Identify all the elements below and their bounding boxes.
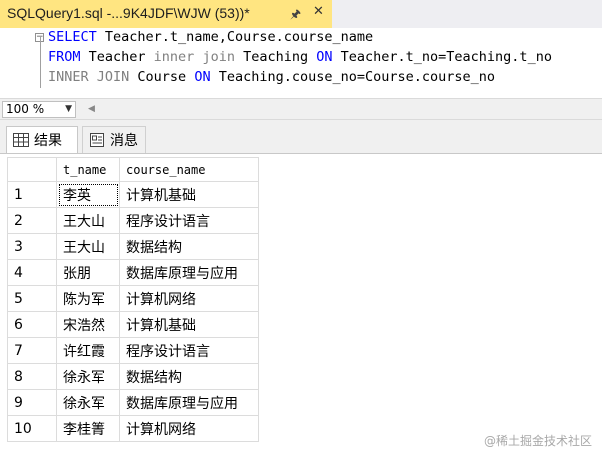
- cell-t-name[interactable]: 徐永军: [56, 363, 120, 390]
- tab-messages-label: 消息: [110, 133, 138, 149]
- results-grid: t_name course_name 1 李英 计算机基础 2 王大山 程序设计…: [7, 157, 259, 442]
- zoom-value: 100 %: [6, 102, 45, 116]
- close-icon[interactable]: ✕: [313, 4, 324, 19]
- cell-course-name[interactable]: 数据库原理与应用: [119, 259, 259, 286]
- table-row: 7 许红霞 程序设计语言: [7, 337, 259, 364]
- grid-header-row: t_name course_name: [7, 157, 259, 182]
- cell-course-name[interactable]: 计算机网络: [119, 415, 259, 442]
- cell-t-name[interactable]: 许红霞: [56, 337, 120, 364]
- code-text: Teacher.t_no=Teaching.t_no: [332, 49, 552, 65]
- code-text: Teacher.t_name,Course.course_name: [96, 29, 374, 45]
- code-text: Teaching.couse_no=Course.course_no: [210, 69, 496, 85]
- cell-course-name[interactable]: 程序设计语言: [119, 207, 259, 234]
- cell-course-name[interactable]: 计算机基础: [119, 181, 259, 208]
- cell-course-name[interactable]: 计算机网络: [119, 285, 259, 312]
- tab-results[interactable]: 结果: [6, 126, 78, 153]
- code-text: Teacher: [80, 49, 154, 65]
- cell-course-name[interactable]: 数据结构: [119, 363, 259, 390]
- cell-t-name[interactable]: 王大山: [56, 233, 120, 260]
- column-header-t-name[interactable]: t_name: [56, 157, 120, 182]
- keyword-on: ON: [194, 69, 211, 85]
- cell-course-name[interactable]: 程序设计语言: [119, 337, 259, 364]
- cell-t-name[interactable]: 徐永军: [56, 389, 120, 416]
- code-line-3[interactable]: INNER JOIN Course ON Teaching.couse_no=C…: [48, 68, 495, 86]
- keyword-on: ON: [316, 49, 333, 65]
- zoom-bar: 100 % ▼ ◀: [0, 98, 602, 120]
- row-number[interactable]: 1: [7, 181, 57, 208]
- result-tab-strip: 结果 消息: [0, 120, 602, 153]
- sql-editor[interactable]: − SELECT Teacher.t_name,Course.course_na…: [0, 28, 602, 98]
- keyword-inner-join: INNER JOIN: [48, 69, 130, 85]
- grid-icon: [13, 133, 29, 147]
- watermark: @稀土掘金技术社区: [483, 434, 592, 448]
- code-text: Course: [129, 69, 195, 85]
- row-number[interactable]: 2: [7, 207, 57, 234]
- cell-t-name[interactable]: 张朋: [56, 259, 120, 286]
- cell-course-name[interactable]: 数据结构: [119, 233, 259, 260]
- tab-messages[interactable]: 消息: [82, 126, 146, 153]
- code-line-1[interactable]: SELECT Teacher.t_name,Course.course_name: [48, 28, 373, 46]
- chevron-down-icon[interactable]: ▼: [65, 102, 72, 117]
- row-number[interactable]: 4: [7, 259, 57, 286]
- row-number[interactable]: 6: [7, 311, 57, 338]
- table-row: 3 王大山 数据结构: [7, 233, 259, 260]
- table-row: 10 李桂箐 计算机网络: [7, 415, 259, 442]
- code-text: Teaching: [234, 49, 317, 65]
- cell-course-name[interactable]: 计算机基础: [119, 311, 259, 338]
- results-pane: t_name course_name 1 李英 计算机基础 2 王大山 程序设计…: [0, 153, 602, 461]
- table-row: 2 王大山 程序设计语言: [7, 207, 259, 234]
- zoom-select[interactable]: 100 % ▼: [2, 101, 76, 118]
- message-icon: [90, 133, 104, 147]
- column-header-course-name[interactable]: course_name: [119, 157, 259, 182]
- code-line-2[interactable]: FROM Teacher inner join Teaching ON Teac…: [48, 48, 552, 66]
- scroll-left-icon[interactable]: ◀: [88, 104, 95, 114]
- cell-t-name[interactable]: 李桂箐: [56, 415, 120, 442]
- document-tab-sqlquery1[interactable]: SQLQuery1.sql -...9K4JDF\WJW (53))* 🖈 ✕: [0, 0, 332, 28]
- table-row: 4 张朋 数据库原理与应用: [7, 259, 259, 286]
- row-number[interactable]: 9: [7, 389, 57, 416]
- cell-t-name[interactable]: 宋浩然: [56, 311, 120, 338]
- row-number[interactable]: 5: [7, 285, 57, 312]
- keyword-select: SELECT: [48, 29, 97, 45]
- document-tab-bar: SQLQuery1.sql -...9K4JDF\WJW (53))* 🖈 ✕: [0, 0, 602, 28]
- table-row: 5 陈为军 计算机网络: [7, 285, 259, 312]
- keyword-from: FROM: [48, 49, 81, 65]
- table-row: 1 李英 计算机基础: [7, 181, 259, 208]
- cell-course-name[interactable]: 数据库原理与应用: [119, 389, 259, 416]
- row-number[interactable]: 3: [7, 233, 57, 260]
- table-row: 8 徐永军 数据结构: [7, 363, 259, 390]
- pin-icon[interactable]: 🖈: [290, 5, 301, 26]
- cell-t-name[interactable]: 李英: [56, 181, 120, 208]
- tab-results-label: 结果: [34, 133, 62, 149]
- table-row: 6 宋浩然 计算机基础: [7, 311, 259, 338]
- keyword-inner-join: inner join: [153, 49, 235, 65]
- cell-t-name[interactable]: 王大山: [56, 207, 120, 234]
- row-number[interactable]: 10: [7, 415, 57, 442]
- table-row: 9 徐永军 数据库原理与应用: [7, 389, 259, 416]
- grid-corner-cell[interactable]: [7, 157, 57, 182]
- outline-gutter: [40, 36, 41, 88]
- document-tab-title: SQLQuery1.sql -...9K4JDF\WJW (53))*: [7, 5, 250, 21]
- row-number[interactable]: 8: [7, 363, 57, 390]
- row-number[interactable]: 7: [7, 337, 57, 364]
- cell-t-name[interactable]: 陈为军: [56, 285, 120, 312]
